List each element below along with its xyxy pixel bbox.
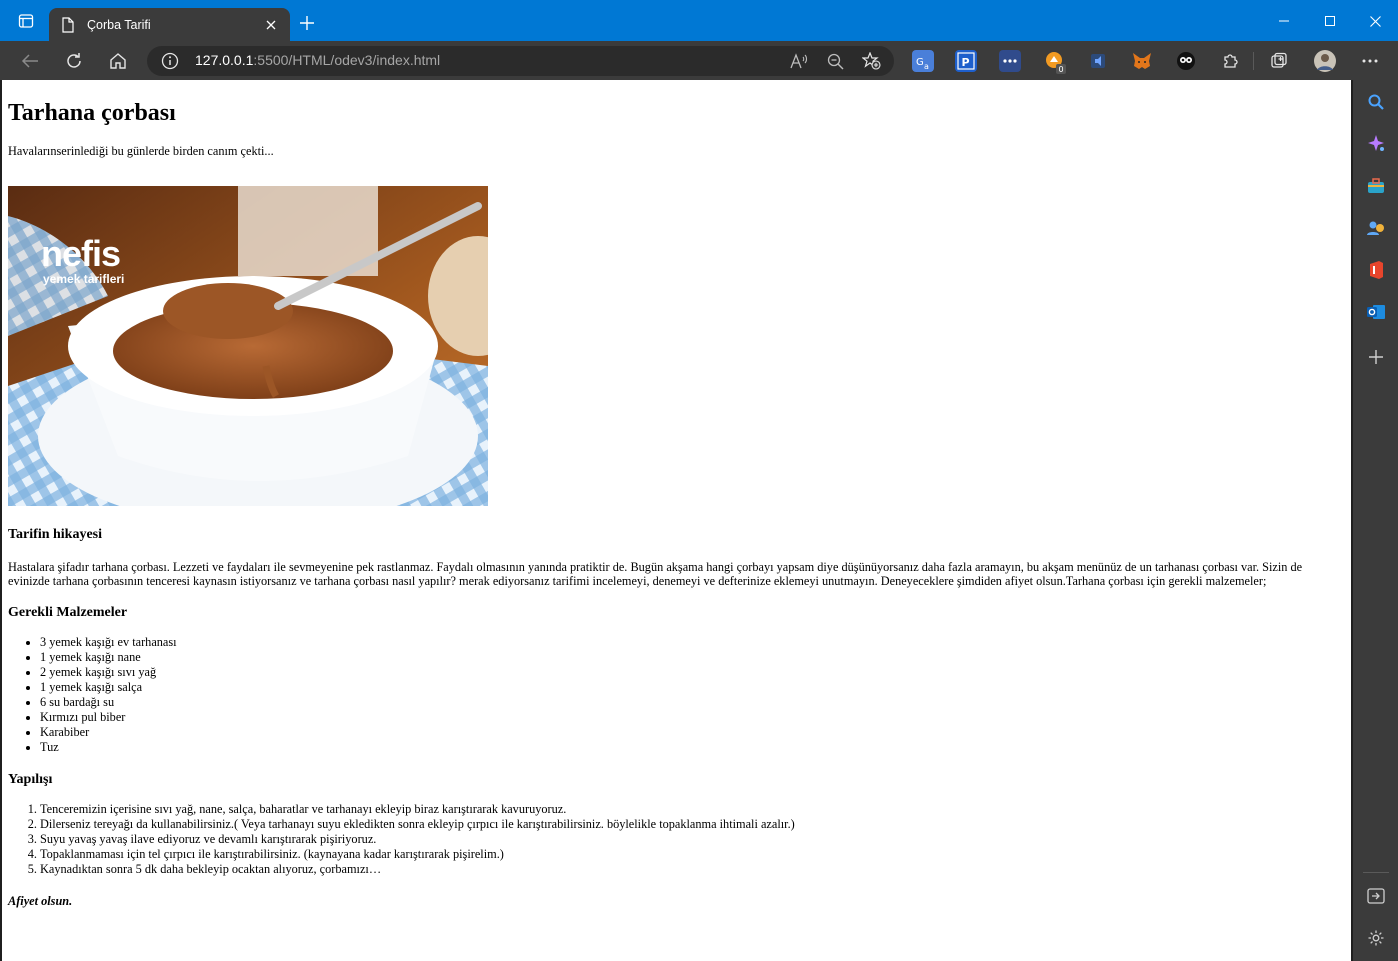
browser-toolbar: 127.0.0.1:5500/HTML/odev3/index.html Ga …	[0, 41, 1398, 80]
image-logo-sub: yemek tarifleri	[43, 272, 125, 286]
owl-extension-icon[interactable]	[1175, 50, 1197, 72]
add-favorite-icon[interactable]	[859, 49, 883, 73]
list-item: Tenceremizin içerisine sıvı yağ, nane, s…	[40, 802, 1345, 817]
collections-icon[interactable]	[1267, 49, 1291, 73]
copilot-sparkle-icon[interactable]	[1365, 133, 1387, 155]
ingredients-heading: Gerekli Malzemeler	[8, 605, 128, 620]
new-tab-icon[interactable]	[296, 12, 318, 34]
add-sidebar-app-icon[interactable]	[1365, 346, 1387, 368]
svg-text:0: 0	[1059, 65, 1064, 74]
list-item: Tuz	[40, 740, 1345, 755]
minimize-icon[interactable]	[1261, 8, 1307, 34]
sidebar-settings-icon[interactable]	[1365, 927, 1387, 949]
svg-text:a: a	[924, 62, 929, 71]
sidebar-separator	[1363, 872, 1389, 873]
address-bar[interactable]: 127.0.0.1:5500/HTML/odev3/index.html	[147, 46, 894, 76]
url-host: 127.0.0.1	[195, 52, 254, 68]
outlook-icon[interactable]	[1365, 301, 1387, 323]
url-path: :5500/HTML/odev3/index.html	[253, 52, 441, 68]
home-icon[interactable]	[106, 49, 130, 73]
list-item: Karabiber	[40, 725, 1345, 740]
close-tab-icon[interactable]	[262, 16, 280, 34]
list-item: Topaklanmaması için tel çırpıcı ile karı…	[40, 847, 1345, 862]
list-item: Dilerseniz tereyağı da kullanabilirsiniz…	[40, 817, 1345, 832]
closing-text: Afiyet olsun.	[8, 894, 73, 908]
svg-text:P: P	[962, 56, 970, 69]
search-icon[interactable]	[1365, 91, 1387, 113]
refresh-icon[interactable]	[62, 49, 86, 73]
steps-list: Tenceremizin içerisine sıvı yağ, nane, s…	[8, 802, 1345, 877]
story-text: Hastalara şifadır tarhana çorbası. Lezze…	[8, 560, 1303, 588]
site-info-icon[interactable]	[161, 52, 179, 70]
image-logo: nefis yemek tarifleri	[41, 233, 125, 287]
story-heading: Tarifin hikayesi	[8, 527, 103, 542]
soup-image: nefis yemek tarifleri	[8, 186, 488, 506]
tools-briefcase-icon[interactable]	[1365, 175, 1387, 197]
tab-title: Çorba Tarifi	[87, 17, 151, 32]
zoom-out-icon[interactable]	[823, 49, 847, 73]
extensions-puzzle-icon[interactable]	[1219, 49, 1243, 73]
settings-more-icon[interactable]	[1358, 49, 1382, 73]
people-icon[interactable]	[1365, 217, 1387, 239]
orange-extension-icon[interactable]: 0	[1044, 50, 1066, 74]
image-logo-main: nefis	[41, 233, 121, 274]
list-item: Kırmızı pul biber	[40, 710, 1345, 725]
back-icon[interactable]	[18, 49, 42, 73]
url-text: 127.0.0.1:5500/HTML/odev3/index.html	[195, 52, 440, 68]
more-dots-extension-icon[interactable]	[999, 50, 1021, 72]
list-item: 1 yemek kaşığı salça	[40, 680, 1345, 695]
list-item: Kaynadıktan sonra 5 dk daha bekleyip oca…	[40, 862, 1345, 877]
edge-sidebar	[1353, 80, 1398, 961]
maximize-icon[interactable]	[1307, 8, 1353, 34]
close-window-icon[interactable]	[1352, 8, 1398, 34]
list-item: 3 yemek kaşığı ev tarhanası	[40, 635, 1345, 650]
list-item: 2 yemek kaşığı sıvı yağ	[40, 665, 1345, 680]
document-icon	[61, 16, 75, 33]
tab-corba-tarifi[interactable]: Çorba Tarifi	[49, 8, 290, 41]
workspaces-icon[interactable]	[13, 8, 39, 34]
office-icon[interactable]	[1365, 259, 1387, 281]
intro-text: Havalarınserinlediği bu günlerde birden …	[8, 144, 274, 158]
hide-sidebar-icon[interactable]	[1365, 885, 1387, 907]
audio-extension-icon[interactable]	[1088, 50, 1110, 72]
svg-text:G: G	[916, 57, 924, 68]
steps-heading: Yapılışı	[8, 772, 53, 787]
toolbar-separator	[1253, 52, 1254, 70]
p-extension-icon[interactable]: P	[955, 50, 977, 72]
read-aloud-icon[interactable]	[787, 49, 811, 73]
page-title: Tarhana çorbası	[8, 100, 176, 126]
translate-extension-icon[interactable]: Ga	[912, 50, 934, 72]
list-item: Suyu yavaş yavaş ilave ediyoruz ve devam…	[40, 832, 1345, 847]
metamask-fox-icon[interactable]	[1131, 50, 1153, 72]
ingredients-list: 3 yemek kaşığı ev tarhanası 1 yemek kaşı…	[8, 635, 1345, 755]
web-page: Tarhana çorbası Havalarınserinlediği bu …	[2, 80, 1351, 961]
article: Tarhana çorbası Havalarınserinlediği bu …	[2, 99, 1351, 908]
list-item: 1 yemek kaşığı nane	[40, 650, 1345, 665]
list-item: 6 su bardağı su	[40, 695, 1345, 710]
title-bar: Çorba Tarifi	[0, 0, 1398, 41]
profile-avatar[interactable]	[1313, 49, 1337, 73]
